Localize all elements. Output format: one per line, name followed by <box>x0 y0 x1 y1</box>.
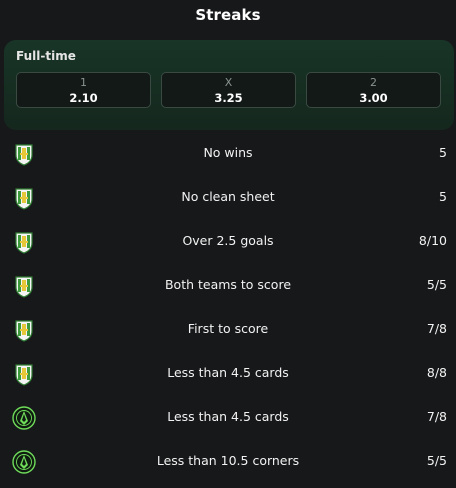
odd-draw-label: X <box>224 76 233 89</box>
shield-crest-icon <box>12 186 36 210</box>
streak-value: 8/8 <box>426 365 447 380</box>
shield-crest-icon <box>12 142 36 166</box>
streak-row: No wins 5 <box>0 136 456 180</box>
streak-row: Both teams to score 5/5 <box>0 268 456 312</box>
streak-value: 5/5 <box>426 277 447 292</box>
streak-value: 7/8 <box>426 409 447 424</box>
streak-label: Less than 10.5 corners <box>156 453 300 468</box>
odd-draw-button[interactable]: X 3.25 <box>161 72 296 108</box>
streak-row: Less than 10.5 corners 5/5 <box>0 444 456 488</box>
streak-row: Less than 4.5 cards 8/8 <box>0 356 456 400</box>
shield-crest-icon <box>12 274 36 298</box>
shield-crest-icon <box>12 230 36 254</box>
shield-crest-icon <box>12 362 36 386</box>
odd-home-label: 1 <box>80 76 87 89</box>
streak-label: Less than 4.5 cards <box>167 409 289 424</box>
streak-label: Less than 4.5 cards <box>167 365 289 380</box>
streak-label: First to score <box>187 321 269 336</box>
streak-row: First to score 7/8 <box>0 312 456 356</box>
odd-draw-value: 3.25 <box>214 91 243 105</box>
streak-value: 5/5 <box>426 453 447 468</box>
odd-away-label: 2 <box>370 76 377 89</box>
full-time-odds-card: Full-time 1 2.10 X 3.25 2 3.00 <box>4 40 454 130</box>
round-crest-icon <box>12 450 36 474</box>
streak-row: Less than 4.5 cards 7/8 <box>0 400 456 444</box>
round-crest-icon <box>12 406 36 430</box>
streak-value: 8/10 <box>418 233 447 248</box>
streak-label: No wins <box>203 145 253 160</box>
streak-row: No clean sheet 5 <box>0 180 456 224</box>
streak-value: 5 <box>439 145 447 160</box>
odd-home-value: 2.10 <box>69 91 98 105</box>
shield-crest-icon <box>12 318 36 342</box>
page-title: Streaks <box>195 6 261 24</box>
odd-away-value: 3.00 <box>359 91 388 105</box>
odds-heading: Full-time <box>16 49 76 63</box>
streak-value: 7/8 <box>426 321 447 336</box>
odd-away-button[interactable]: 2 3.00 <box>306 72 441 108</box>
streak-label: No clean sheet <box>181 189 275 204</box>
streak-row: Over 2.5 goals 8/10 <box>0 224 456 268</box>
streak-label: Both teams to score <box>164 277 292 292</box>
streak-label: Over 2.5 goals <box>182 233 274 248</box>
streak-value: 5 <box>439 189 447 204</box>
odd-home-button[interactable]: 1 2.10 <box>16 72 151 108</box>
